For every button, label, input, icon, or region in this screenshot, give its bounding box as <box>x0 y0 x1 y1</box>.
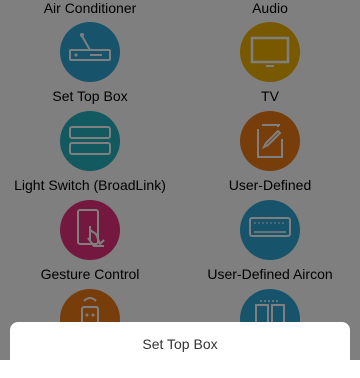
sheet-title: Set Top Box <box>142 336 218 352</box>
modal-overlay[interactable] <box>0 0 360 360</box>
bottom-sheet: Set Top Box <box>10 322 350 372</box>
